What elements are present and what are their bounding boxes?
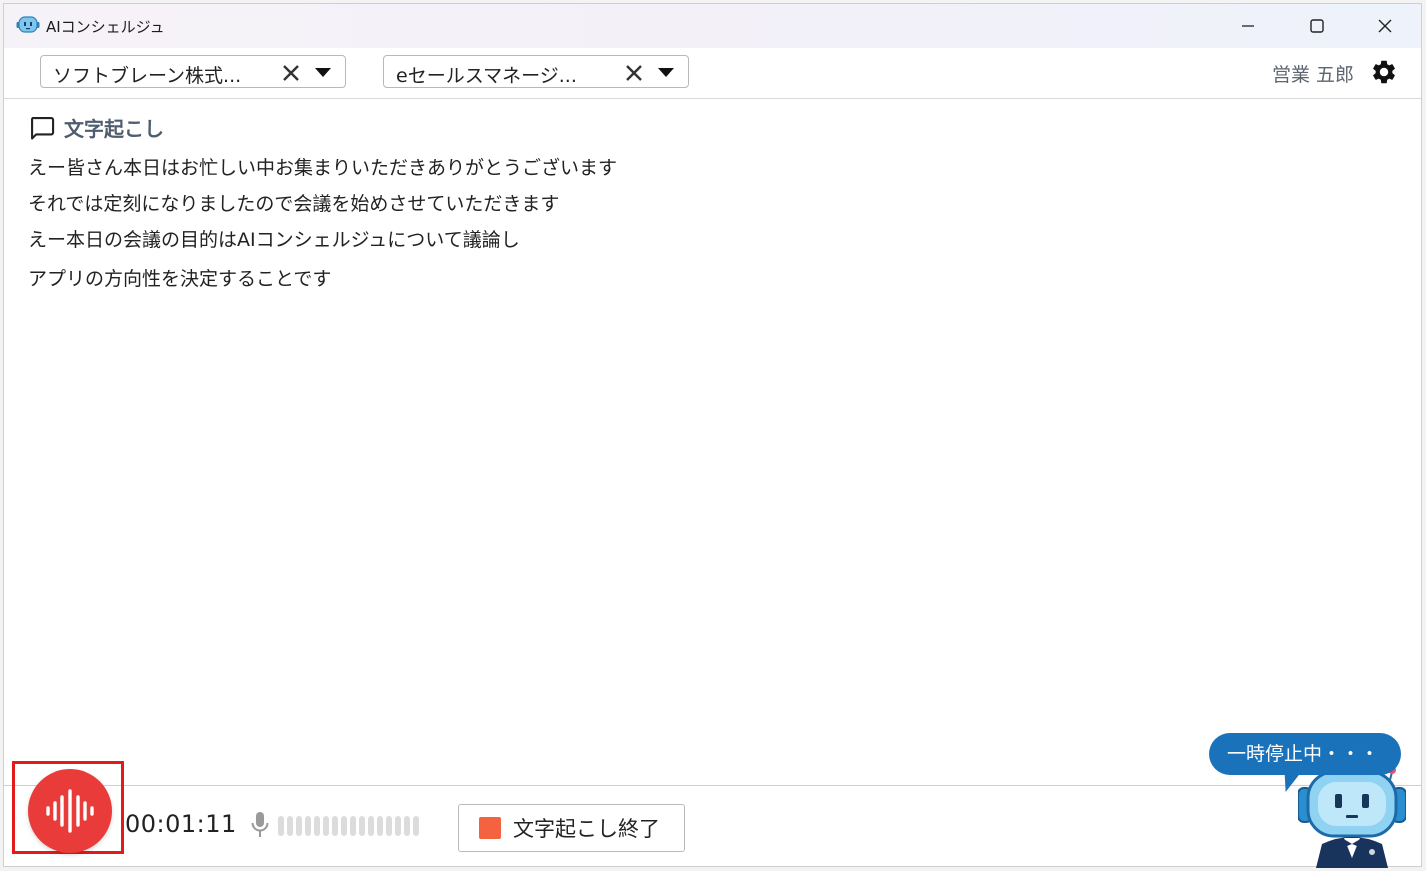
audio-waveform-icon: [46, 789, 94, 833]
transcript-header: 文字起こし: [28, 113, 164, 142]
robot-app-icon: [16, 16, 40, 33]
title-bar: AIコンシェルジュ: [4, 4, 1421, 48]
transcript-line: えー皆さん本日はお忙しい中お集まりいただきありがとうございます: [28, 157, 618, 179]
gear-icon[interactable]: [1370, 58, 1398, 86]
company-select[interactable]: ソフトブレーン株式...: [40, 55, 346, 88]
microphone-icon: [251, 812, 269, 837]
maximize-icon: [1310, 19, 1324, 33]
close-button[interactable]: [1351, 4, 1419, 48]
product-select-value: eセールスマネージ...: [396, 65, 577, 87]
chat-bubble-icon: [30, 116, 55, 140]
clear-x-icon[interactable]: [281, 63, 301, 83]
transcript-lines: えー皆さん本日はお忙しい中お集まりいただきありがとうございます それでは定刻にな…: [28, 156, 617, 303]
transcript-panel: 文字起こし えー皆さん本日はお忙しい中お集まりいただきありがとうございます それ…: [4, 99, 1421, 785]
company-select-value: ソフトブレーン株式...: [53, 65, 242, 87]
transcript-line: それでは定刻になりましたので会議を始めさせていただきます: [28, 193, 560, 215]
stop-square-icon: [479, 817, 501, 839]
stop-transcription-button[interactable]: 文字起こし終了: [458, 804, 685, 852]
stop-transcription-label: 文字起こし終了: [513, 817, 660, 841]
status-bubble: 一時停止中・・・: [1209, 733, 1401, 775]
transcript-line: えー本日の会議の目的はAIコンシェルジュについて議論し: [28, 229, 520, 251]
caret-down-icon[interactable]: [658, 68, 674, 77]
record-button[interactable]: [28, 769, 112, 853]
filter-toolbar: ソフトブレーン株式... eセールスマネージ... 営業 五郎: [4, 48, 1421, 99]
minimize-button[interactable]: [1214, 4, 1282, 48]
recording-bar: 00:01:11 文字起こし終了: [4, 761, 1421, 866]
maximize-button[interactable]: [1283, 4, 1351, 48]
elapsed-timer: 00:01:11: [125, 810, 237, 838]
audio-level-meter: [278, 816, 419, 836]
close-icon: [1378, 19, 1392, 33]
user-name: 営業 五郎: [1272, 64, 1355, 86]
minimize-icon: [1242, 25, 1254, 27]
transcript-title: 文字起こし: [64, 117, 164, 141]
product-select[interactable]: eセールスマネージ...: [383, 55, 689, 88]
transcript-line: アプリの方向性を決定することです: [28, 268, 332, 290]
caret-down-icon[interactable]: [315, 68, 331, 77]
app-window: AIコンシェルジュ ソフトブレーン株式... eセールスマネージ... 営業 五…: [3, 3, 1422, 867]
clear-x-icon[interactable]: [624, 63, 644, 83]
window-title: AIコンシェルジュ: [46, 18, 165, 36]
